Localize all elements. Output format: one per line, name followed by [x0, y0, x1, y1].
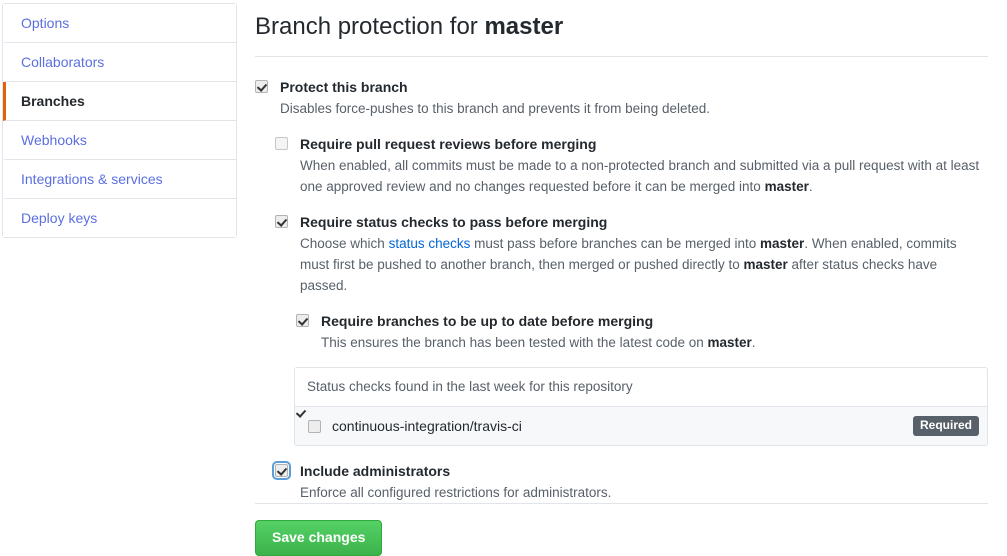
require-status-checks-checkbox[interactable] — [275, 215, 288, 228]
sidebar-item-collaborators[interactable]: Collaborators — [3, 43, 236, 82]
page-title-prefix: Branch protection for — [255, 13, 485, 40]
require-status-checks-label: Require status checks to pass before mer… — [300, 214, 608, 230]
require-up-to-date-checkbox[interactable] — [296, 314, 309, 327]
status-checks-panel: Status checks found in the last week for… — [294, 367, 988, 446]
utd-desc-branch: master — [707, 335, 752, 350]
status-check-required-badge: Required — [912, 416, 979, 436]
utd-desc-part1: This ensures the branch has been tested … — [321, 335, 708, 350]
include-administrators-description: Enforce all configured restrictions for … — [300, 485, 612, 500]
include-administrators-label: Include administrators — [300, 463, 451, 479]
actions-divider — [255, 503, 988, 504]
page-title-branch: master — [484, 13, 564, 40]
status-checks-panel-header: Status checks found in the last week for… — [295, 368, 987, 407]
status-check-name: continuous-integration/travis-ci — [332, 418, 522, 434]
setting-protect-branch[interactable]: Protect this branch Disables force-pushe… — [255, 78, 988, 119]
title-divider — [255, 56, 988, 57]
setting-include-administrators[interactable]: Include administrators Enforce all confi… — [272, 461, 988, 503]
pr-desc-part1: When enabled, all commits must be made t… — [300, 158, 980, 194]
settings-sidebar: Options Collaborators Branches Webhooks … — [2, 3, 237, 238]
sidebar-item-webhooks[interactable]: Webhooks — [3, 121, 236, 160]
pr-desc-branch: master — [764, 179, 809, 194]
status-check-row[interactable]: continuous-integration/travis-ci Require… — [295, 407, 987, 445]
require-status-checks-description: Choose which status checks must pass bef… — [300, 233, 988, 296]
require-pr-reviews-label: Require pull request reviews before merg… — [300, 136, 597, 152]
status-checks-link[interactable]: status checks — [389, 236, 471, 251]
utd-desc-part2: . — [751, 335, 756, 350]
page-title: Branch protection for master — [255, 0, 988, 56]
sidebar-item-deploy-keys[interactable]: Deploy keys — [3, 199, 236, 237]
pr-desc-part2: . — [808, 179, 813, 194]
branch-protection-page: Options Collaborators Branches Webhooks … — [0, 0, 1007, 556]
setting-require-pr-reviews[interactable]: Require pull request reviews before merg… — [275, 135, 988, 197]
sidebar-item-branches[interactable]: Branches — [3, 82, 236, 121]
protect-branch-label: Protect this branch — [280, 79, 408, 95]
sc-desc-branch1: master — [760, 236, 805, 251]
sc-desc-part1: Choose which — [300, 236, 389, 251]
sc-desc-branch2: master — [743, 257, 788, 272]
protect-branch-checkbox[interactable] — [255, 80, 268, 93]
protect-branch-description: Disables force-pushes to this branch and… — [280, 101, 710, 116]
status-check-row-checkbox[interactable] — [308, 419, 321, 433]
sidebar-item-integrations-services[interactable]: Integrations & services — [3, 160, 236, 199]
main-content: Branch protection for master Protect thi… — [255, 0, 988, 556]
setting-require-status-checks[interactable]: Require status checks to pass before mer… — [275, 213, 988, 296]
setting-require-up-to-date[interactable]: Require branches to be up to date before… — [296, 312, 988, 353]
require-pr-reviews-checkbox[interactable] — [275, 137, 288, 150]
require-up-to-date-label: Require branches to be up to date before… — [321, 313, 654, 329]
sidebar-item-options[interactable]: Options — [3, 4, 236, 43]
include-administrators-checkbox[interactable] — [272, 461, 291, 480]
actions-bar: Save changes — [255, 520, 988, 556]
save-changes-button[interactable]: Save changes — [255, 520, 383, 556]
sc-desc-part2: must pass before branches can be merged … — [470, 236, 761, 251]
require-pr-reviews-description: When enabled, all commits must be made t… — [300, 155, 988, 197]
require-up-to-date-description: This ensures the branch has been tested … — [321, 332, 988, 353]
